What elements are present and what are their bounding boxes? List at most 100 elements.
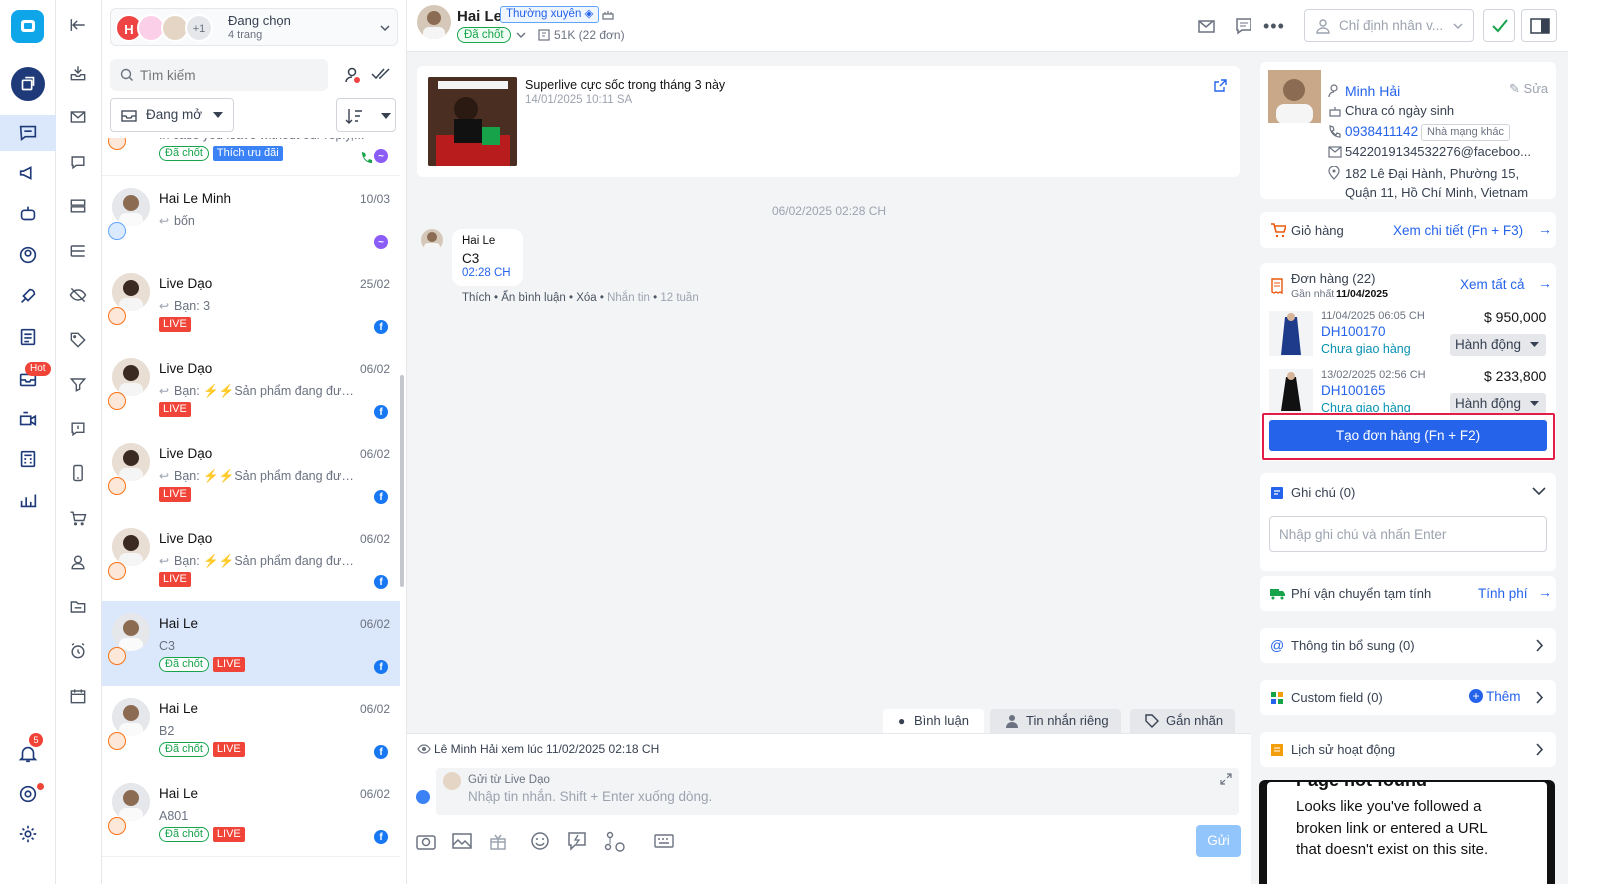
profile-phone[interactable]: 0938411142 <box>1345 124 1418 139</box>
customer-photo[interactable] <box>1268 70 1321 123</box>
collapse-arrow-icon[interactable] <box>68 15 90 37</box>
megaphone-icon[interactable] <box>11 156 45 190</box>
cart-detail-link[interactable]: Xem chi tiết (Fn + F3) <box>1393 223 1523 238</box>
mail-check-icon[interactable] <box>1197 16 1217 36</box>
tab-private-message[interactable]: Tin nhắn riêng <box>990 709 1121 733</box>
list-scrollbar[interactable] <box>400 375 404 587</box>
conversation-item[interactable]: Live Dạo 06/02Bạn: ⚡⚡Sản phẩm đang được đ… <box>102 346 400 432</box>
external-link-icon[interactable] <box>1214 79 1227 92</box>
pages-icon[interactable] <box>11 67 45 101</box>
inbox-tray-icon[interactable] <box>68 63 90 85</box>
arrow-right-icon: → <box>1538 584 1552 600</box>
conversation-item[interactable]: Hai Le 06/02 A801 Đã chốt LIVE f <box>102 771 400 857</box>
profile-birthday: Chưa có ngày sinh <box>1345 103 1455 118</box>
order-action-dropdown[interactable]: Hành động <box>1450 334 1546 356</box>
conversation-item[interactable]: Live Dạo 06/02Bạn: ⚡⚡Sản phẩm đang được đ… <box>102 516 400 602</box>
emoji-icon[interactable] <box>530 831 550 851</box>
hide-comment-action[interactable]: Ẩn bình luận <box>501 292 566 304</box>
settings-gear-icon[interactable] <box>11 817 45 851</box>
order-status-badge[interactable]: Đã chốt <box>457 27 511 43</box>
calculator-icon[interactable] <box>11 442 45 476</box>
page-avatar <box>443 772 461 790</box>
edit-profile-button[interactable]: ✎ Sửa <box>1509 81 1548 97</box>
conversation-item[interactable]: Hai Le Minh 10/03 bốn ↩ ~ <box>102 176 400 262</box>
more-options-icon[interactable]: ••• <box>1263 16 1285 37</box>
tab-labels[interactable]: Gắn nhãn <box>1130 709 1235 733</box>
post-thumbnail[interactable] <box>428 77 517 166</box>
alert-message-icon[interactable] <box>68 419 90 441</box>
alarm-icon[interactable] <box>68 641 90 663</box>
add-custom-field-link[interactable]: Thêm <box>1486 689 1521 704</box>
order-code[interactable]: DH100170 <box>1321 324 1386 339</box>
customer-avatar[interactable] <box>417 5 451 39</box>
assign-staff-select[interactable]: Chỉ định nhân v... <box>1304 9 1474 42</box>
create-order-button[interactable]: Tạo đơn hàng (Fn + F2) <box>1269 420 1547 451</box>
conversation-item[interactable]: Live Dạo 25/02 Bạn: 3 ↩ LIVE f <box>102 261 400 347</box>
image-icon[interactable] <box>452 832 472 850</box>
keyboard-icon[interactable] <box>654 834 674 848</box>
quick-reply-icon[interactable] <box>567 831 587 851</box>
expand-icon[interactable] <box>1220 773 1232 785</box>
workflow-icon[interactable] <box>604 831 626 853</box>
conversation-item[interactable]: Hai Le 06/02 B2 Đã chốt LIVE f <box>102 686 400 772</box>
hot-badge: Hot <box>25 362 51 376</box>
activity-history-card[interactable]: Lịch sử hoạt động <box>1260 732 1556 767</box>
user-circle-icon[interactable] <box>11 238 45 272</box>
server-icon[interactable] <box>68 196 90 218</box>
eye-off-icon[interactable] <box>68 285 90 307</box>
product-icon[interactable] <box>488 831 508 851</box>
calendar-icon[interactable] <box>68 686 90 708</box>
envelope-icon[interactable] <box>68 107 90 129</box>
chevron-down-icon[interactable] <box>516 31 526 39</box>
delete-action[interactable]: Xóa <box>576 292 596 304</box>
list-icon[interactable] <box>68 241 90 263</box>
view-all-orders-link[interactable]: Xem tất cả <box>1460 277 1525 292</box>
tab-comment[interactable]: ● Bình luận <box>883 709 984 733</box>
note-input[interactable]: Nhập ghi chú và nhấn Enter <box>1269 516 1547 552</box>
conversation-date: 06/02 <box>359 617 390 631</box>
send-button[interactable]: Gửi <box>1196 825 1241 857</box>
profile-name[interactable]: Minh Hải <box>1345 83 1400 99</box>
custom-field-card[interactable]: Custom field (0) + Thêm <box>1260 680 1556 715</box>
video-icon[interactable] <box>11 402 45 436</box>
message-input-box[interactable]: Gửi từ Live Dạo Nhập tin nhắn. Shift + E… <box>436 768 1239 815</box>
robot-icon[interactable] <box>11 197 45 231</box>
report-icon[interactable] <box>11 320 45 354</box>
app-logo[interactable] <box>11 10 44 43</box>
shipping-fee-card[interactable]: Phí vận chuyển tạm tính Tính phí → <box>1260 576 1556 611</box>
carrier-badge: Nhà mạng khác <box>1421 124 1511 141</box>
order-action-dropdown[interactable]: Hành động <box>1450 393 1546 415</box>
agent-icon[interactable] <box>68 552 90 574</box>
post-card[interactable]: Superlive cực sốc trong tháng 3 này 14/0… <box>417 66 1240 177</box>
folder-icon[interactable] <box>68 597 90 619</box>
calculate-fee-link[interactable]: Tính phí <box>1478 586 1528 601</box>
check-icon <box>1492 19 1508 33</box>
messenger-channel-icon[interactable] <box>416 790 430 804</box>
message-action[interactable]: Nhắn tin <box>607 292 650 304</box>
embedded-page-error: Page not found Looks like you've followe… <box>1259 780 1555 884</box>
filter-icon[interactable] <box>68 374 90 396</box>
tag-icon[interactable] <box>68 330 90 352</box>
phone-device-icon[interactable] <box>68 463 90 485</box>
mark-done-button[interactable] <box>1483 9 1515 42</box>
like-action[interactable]: Thích <box>462 292 491 304</box>
order-amount: $ 950,000 <box>1484 309 1547 325</box>
header-actions: ••• Chỉ định nhân v... <box>1251 0 1600 52</box>
chat-icon[interactable] <box>11 116 45 150</box>
conversation-item[interactable]: Live Dạo 06/02Bạn: ⚡⚡Sản phẩm đang được đ… <box>102 431 400 517</box>
order-code[interactable]: DH100165 <box>1321 383 1386 398</box>
analytics-icon[interactable] <box>11 483 45 517</box>
conversation-avatar <box>112 188 150 226</box>
toggle-sidebar-button[interactable] <box>1521 9 1557 42</box>
cart-icon[interactable] <box>68 508 90 530</box>
conversation-item[interactable]: In case you leave without our reply,... … <box>102 138 400 176</box>
chevron-down-icon[interactable] <box>1532 487 1546 496</box>
live-tag: LIVE <box>212 827 245 842</box>
comment-icon[interactable] <box>68 152 90 174</box>
conversation-item[interactable]: Hai Le 06/02 C3 Đã chốt LIVE f <box>102 601 400 687</box>
message-bubble[interactable]: Hai Le C3 02:28 CH <box>452 229 523 286</box>
cart-card[interactable]: Giỏ hàng Xem chi tiết (Fn + F3) → <box>1260 212 1556 248</box>
rocket-icon[interactable] <box>11 279 45 313</box>
camera-icon[interactable] <box>416 832 436 850</box>
extra-info-card[interactable]: @ Thông tin bổ sung (0) <box>1260 628 1556 663</box>
